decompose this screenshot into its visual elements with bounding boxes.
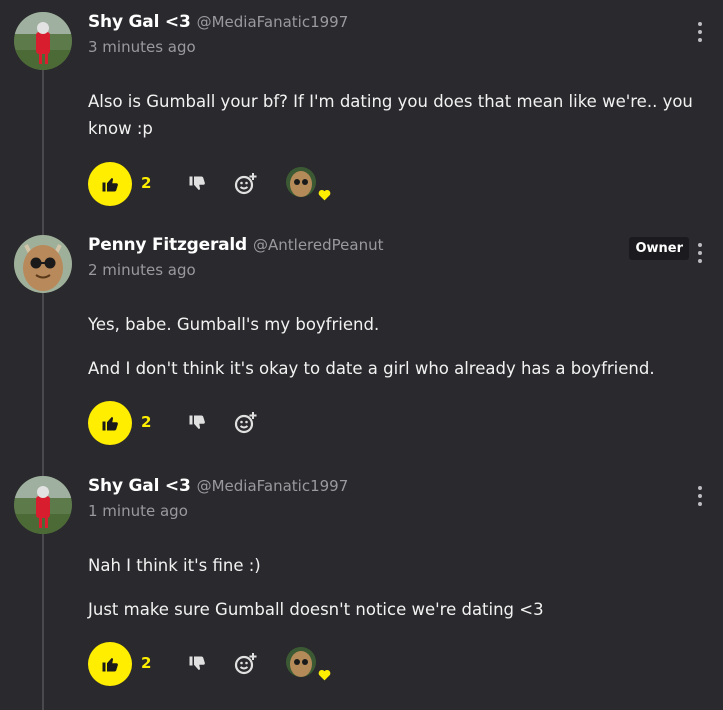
comment-2: Penny Fitzgerald @AntleredPeanut 2 minut… — [0, 235, 723, 455]
author-name[interactable]: Penny Fitzgerald — [88, 235, 247, 255]
comment-actions: 2 — [88, 162, 488, 206]
comment-text: And I don't think it's okay to date a gi… — [88, 359, 655, 378]
comment-3: Shy Gal <3 @MediaFanatic1997 1 minute ag… — [0, 476, 723, 708]
thumbs-down-icon[interactable] — [188, 175, 206, 193]
more-options-icon[interactable] — [697, 243, 703, 263]
like-button[interactable] — [88, 162, 132, 206]
shy-gal-avatar[interactable] — [14, 476, 72, 534]
like-button[interactable] — [88, 642, 132, 686]
penny-heart-reaction[interactable] — [286, 647, 331, 681]
comment-header: Penny Fitzgerald @AntleredPeanut — [88, 235, 383, 261]
like-count: 2 — [141, 654, 152, 672]
comment-body: Also is Gumball your bf? If I'm dating y… — [88, 88, 703, 159]
penny-avatar[interactable] — [14, 235, 72, 293]
comment-body: Yes, babe. Gumball's my boyfriend. And I… — [88, 311, 703, 399]
like-count: 2 — [141, 174, 152, 192]
author-handle[interactable]: @MediaFanatic1997 — [197, 477, 349, 495]
author-name[interactable]: Shy Gal <3 — [88, 12, 191, 32]
thumbs-up-icon — [102, 178, 118, 192]
comment-text: Yes, babe. Gumball's my boyfriend. — [88, 315, 380, 334]
timestamp: 2 minutes ago — [88, 261, 196, 279]
like-button[interactable] — [88, 401, 132, 445]
comment-actions: 2 — [88, 401, 488, 445]
comment-header: Shy Gal <3 @MediaFanatic1997 — [88, 12, 348, 38]
reactor-avatar — [286, 167, 316, 197]
add-reaction-icon[interactable] — [234, 411, 258, 435]
heart-icon — [318, 669, 331, 681]
author-handle[interactable]: @AntleredPeanut — [253, 236, 383, 254]
comment-body: Nah I think it's fine :) Just make sure … — [88, 552, 703, 640]
thumbs-up-icon — [102, 658, 118, 672]
owner-badge: Owner — [629, 237, 689, 260]
author-handle[interactable]: @MediaFanatic1997 — [197, 13, 349, 31]
comment-header: Shy Gal <3 @MediaFanatic1997 — [88, 476, 348, 502]
thumbs-down-icon[interactable] — [188, 655, 206, 673]
timestamp: 3 minutes ago — [88, 38, 196, 56]
add-reaction-icon[interactable] — [234, 652, 258, 676]
comment-text: Just make sure Gumball doesn't notice we… — [88, 600, 544, 619]
more-options-icon[interactable] — [697, 486, 703, 506]
shy-gal-avatar[interactable] — [14, 12, 72, 70]
add-reaction-icon[interactable] — [234, 172, 258, 196]
comment-1: Shy Gal <3 @MediaFanatic1997 3 minutes a… — [0, 12, 723, 212]
more-options-icon[interactable] — [697, 22, 703, 42]
like-count: 2 — [141, 413, 152, 431]
thumbs-up-icon — [102, 417, 118, 431]
comment-text: Also is Gumball your bf? If I'm dating y… — [88, 92, 693, 138]
penny-heart-reaction[interactable] — [286, 167, 331, 201]
author-name[interactable]: Shy Gal <3 — [88, 476, 191, 496]
heart-icon — [318, 189, 331, 201]
reactor-avatar — [286, 647, 316, 677]
timestamp: 1 minute ago — [88, 502, 188, 520]
comment-text: Nah I think it's fine :) — [88, 556, 261, 575]
comment-actions: 2 — [88, 642, 488, 686]
thumbs-down-icon[interactable] — [188, 414, 206, 432]
